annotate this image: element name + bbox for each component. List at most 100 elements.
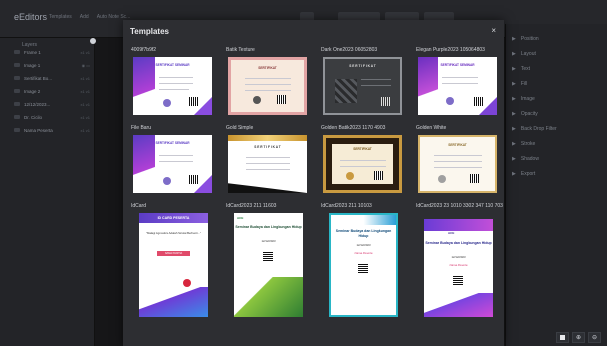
app-brand: eEditors (14, 12, 48, 22)
template-card[interactable]: Batik Texture SERTIFIKAT (226, 47, 313, 117)
pattern-block (335, 79, 357, 103)
cert-title: SERTIFIKAT (353, 147, 372, 151)
menu-templates[interactable]: Templates (49, 14, 72, 20)
layer-icon (14, 115, 20, 119)
layer-meta: x1 v1 (80, 75, 90, 81)
layer-meta: ◉ ▭ (81, 62, 90, 68)
template-thumbnail: SERTIFIKAT (226, 55, 309, 117)
idcard-subtitle: "Malagi Agnostics Adalah Sicolai Berhent… (146, 231, 201, 235)
gold-band (228, 135, 307, 141)
cert-title: SERTIFIKAT (448, 143, 467, 147)
decor-shape (424, 293, 493, 317)
panel-section-text[interactable]: ▶ Text (512, 66, 530, 72)
template-card[interactable]: Elegan Purple2023 105064803 SERTIFIKAT S… (416, 47, 503, 117)
section-label: Image (520, 96, 535, 102)
template-name: IdCard (131, 203, 147, 209)
qr-code-icon (189, 175, 198, 184)
editor-app: eEditors Templates Add Auto Note Sc... L… (0, 0, 607, 346)
template-name: IdCard2023 211 10103 (321, 203, 372, 209)
zoom-in-button[interactable]: ⊕ (572, 332, 585, 343)
template-card[interactable]: Gold Simple S E R T I F I K A T (226, 125, 313, 195)
canvas-handle[interactable] (90, 38, 96, 44)
template-card[interactable]: IdCard2023 211 10103 ACE Seminar Budaya … (321, 203, 408, 317)
template-card[interactable]: Golden Batik2023 1170 4903 SERTIFIKAT (321, 125, 408, 195)
stop-button[interactable] (556, 332, 569, 343)
chevron-right-icon: ▶ (512, 171, 516, 177)
template-card[interactable]: Golden White SERTIFIKAT (416, 125, 503, 195)
idcard-name: NAMA PANITIA (164, 252, 183, 255)
layer-item[interactable]: Image 1 ◉ ▭ (14, 61, 90, 69)
layer-item[interactable]: Nama Peserta x1 v1 (14, 126, 90, 134)
layer-item[interactable]: Sertifikat Bo... x1 v1 (14, 74, 90, 82)
panel-section-stroke[interactable]: ▶ Stroke (512, 141, 535, 147)
template-card[interactable]: 4009f7b9f2 SERTIFIKAT SEMINAR (131, 47, 218, 117)
cert-line (245, 84, 291, 85)
cert-line (159, 77, 193, 78)
dialog-header: Templates × (123, 20, 504, 42)
cert-title: S E R T I F I K A T (254, 145, 281, 149)
layer-icon (14, 128, 20, 132)
template-thumbnail: SERTIFIKAT SEMINAR (416, 55, 499, 117)
layer-label: Sertifikat Bo... (24, 75, 53, 81)
section-label: Shadow (520, 156, 539, 162)
idcard-preview: ACE Seminar Budaya dan Lingkungan Hidup … (234, 213, 303, 317)
template-card[interactable]: IdCard2023 211 11603 ACE Seminar Budaya … (226, 203, 313, 317)
seminar-title: Seminar Budaya dan Lingkungan Hidup (335, 229, 392, 238)
certificate-preview: S E R T I F I K A T (323, 57, 402, 115)
cert-line (442, 77, 478, 78)
close-icon[interactable]: × (491, 26, 496, 35)
logo-icon (183, 279, 191, 287)
menu-add[interactable]: Add (80, 14, 89, 20)
cert-line (361, 79, 391, 80)
chevron-right-icon: ▶ (512, 36, 516, 42)
zoom-out-button[interactable]: ⊖ (588, 332, 601, 343)
template-name: IdCard2023 211 11603 (226, 203, 277, 209)
section-label: Position (520, 36, 539, 42)
template-card[interactable]: IdCard2023 23 1010 3302 347 110 703 ACE … (416, 203, 503, 317)
layer-icon (14, 63, 20, 67)
cert-line (159, 161, 193, 162)
cert-title: S E R T I F I K A T (349, 64, 376, 68)
template-name: Golden Batik2023 1170 4903 (321, 125, 386, 131)
panel-section-position[interactable]: ▶ Position (512, 36, 539, 42)
cert-line (159, 155, 193, 156)
cert-title: SERTIFIKAT (258, 66, 277, 70)
qr-code-icon (474, 97, 483, 106)
seal-icon (163, 177, 171, 185)
top-menu: Templates Add Auto Note Sc... (49, 14, 130, 20)
layer-icon (14, 76, 20, 80)
panel-section-layout[interactable]: ▶ Layout (512, 51, 536, 57)
qr-code-icon (263, 251, 273, 261)
template-card[interactable]: File Baru SERTIFIKAT SEMINAR (131, 125, 218, 195)
cert-line (442, 83, 478, 84)
layer-label: Dr. Cicilo (24, 114, 43, 120)
panel-section-backdrop[interactable]: ▶ Back Drop Filter (512, 126, 557, 132)
layer-item[interactable]: Image 2 x1 v1 (14, 87, 90, 95)
section-label: Back Drop Filter (520, 126, 557, 132)
brand-label: ACE (448, 231, 455, 235)
layer-item[interactable]: Frame 1 x1 v1 (14, 48, 90, 56)
qr-code-icon (358, 263, 368, 273)
template-card[interactable]: Dark One2023 06052803 S E R T I F I K A … (321, 47, 408, 117)
qr-code-icon (470, 174, 479, 183)
layer-item[interactable]: 12/12/2023... x1 v1 (14, 100, 90, 108)
template-card[interactable]: IdCard ID CARD PESERTA "Malagi Agnostics… (131, 203, 218, 317)
cert-line (246, 163, 290, 164)
panel-section-export[interactable]: ▶ Export (512, 171, 535, 177)
chevron-right-icon: ▶ (512, 81, 516, 87)
chevron-right-icon: ▶ (512, 111, 516, 117)
layer-item[interactable]: Dr. Cicilo x1 v1 (14, 113, 90, 121)
chevron-right-icon: ▶ (512, 156, 516, 162)
certificate-preview: SERTIFIKAT SEMINAR (418, 57, 497, 115)
panel-section-opacity[interactable]: ▶ Opacity (512, 111, 538, 117)
certificate-preview: SERTIFIKAT SEMINAR (133, 57, 212, 115)
panel-section-image[interactable]: ▶ Image (512, 96, 535, 102)
decor-shape (234, 277, 303, 317)
panel-section-fill[interactable]: ▶ Fill (512, 81, 527, 87)
decor-shape (139, 287, 208, 317)
template-name: Dark One2023 06052803 (321, 47, 378, 53)
layer-meta: x1 v1 (80, 114, 90, 120)
panel-section-shadow[interactable]: ▶ Shadow (512, 156, 539, 162)
qr-code-icon (374, 171, 383, 180)
participant-name: Nama Peserta (354, 251, 373, 255)
